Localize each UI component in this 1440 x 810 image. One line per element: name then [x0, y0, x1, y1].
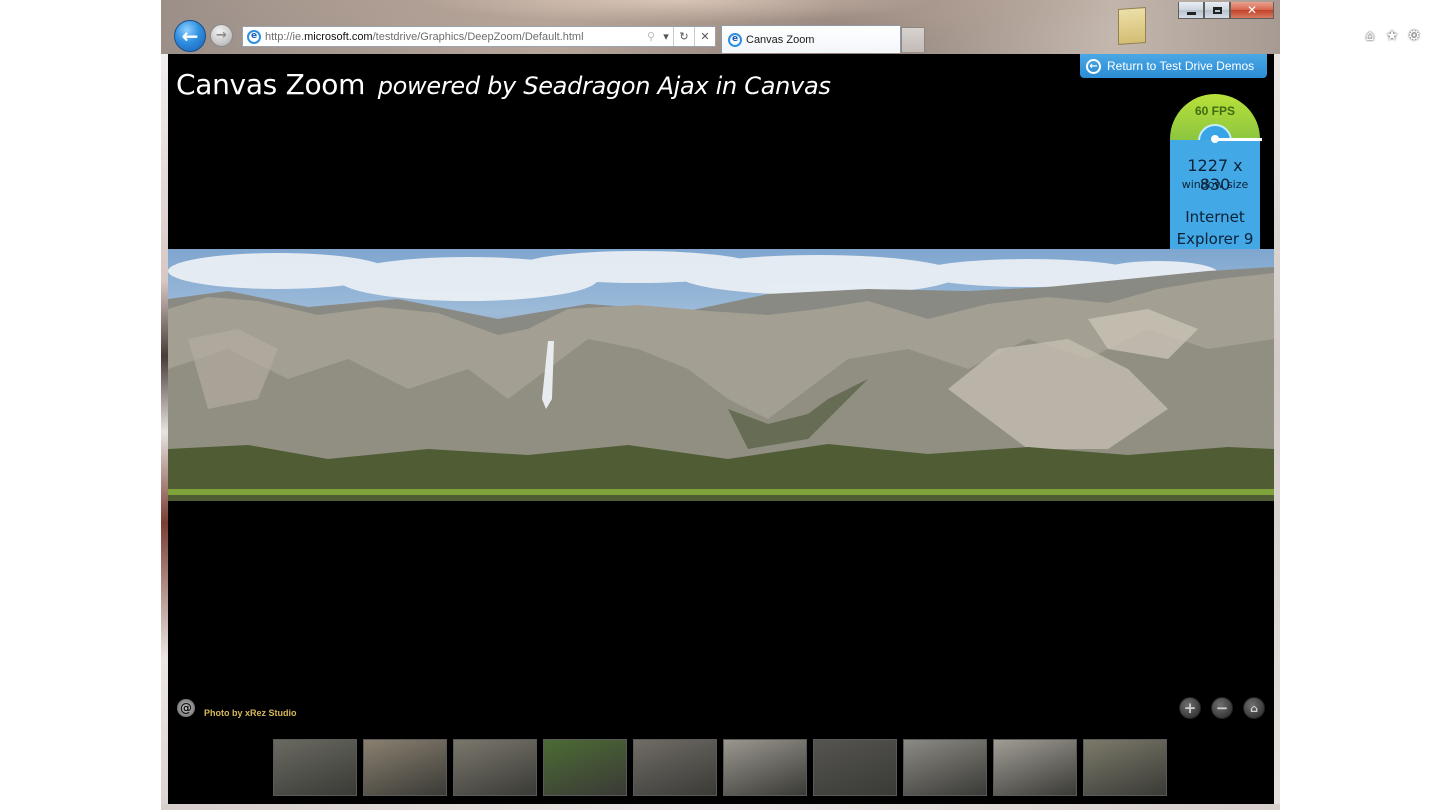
fps-needle-pivot [1211, 135, 1219, 143]
return-arrow-icon: ← [1086, 58, 1101, 74]
page-title: Canvas Zoom powered by Seadragon Ajax in… [176, 68, 831, 101]
thumb-2[interactable] [363, 739, 447, 796]
return-to-demos-button[interactable]: ← Return to Test Drive Demos [1080, 54, 1267, 78]
close-button[interactable]: ✕ [1230, 2, 1274, 19]
thumb-4[interactable] [543, 739, 627, 796]
home-view-button[interactable]: ⌂ [1243, 697, 1265, 719]
fps-value: 60 FPS [1194, 104, 1236, 118]
dropdown-icon[interactable]: ▾ [659, 27, 673, 46]
minimize-button[interactable] [1178, 2, 1204, 19]
browser-name-line1: Internet [1185, 208, 1245, 226]
page-content: Canvas Zoom powered by Seadragon Ajax in… [168, 54, 1274, 804]
thumb-5[interactable] [633, 739, 717, 796]
forward-button[interactable]: → [210, 24, 233, 47]
browser-name: Internet Explorer 9 [1170, 206, 1260, 250]
browser-name-line2: Explorer 9 [1176, 230, 1254, 248]
thumbnail-strip [273, 739, 1167, 796]
zoomable-panorama[interactable] [168, 249, 1274, 501]
return-label: Return to Test Drive Demos [1107, 59, 1255, 73]
zoom-in-button[interactable]: + [1179, 697, 1201, 719]
back-arrow-icon: ← [181, 24, 199, 48]
window-caption-buttons: ✕ [1178, 2, 1274, 20]
maximize-icon [1212, 6, 1222, 14]
panorama-image [168, 251, 1274, 501]
tab-canvas-zoom[interactable]: e Canvas Zoom [721, 25, 901, 53]
tab-favicon-icon: e [728, 32, 742, 47]
minus-icon: − [1215, 699, 1229, 717]
window-border-right [1274, 54, 1280, 810]
close-icon: ✕ [1246, 3, 1258, 17]
fps-gauge: 60 FPS [1170, 94, 1260, 140]
home-icon[interactable]: ⌂ [1362, 28, 1378, 44]
command-icons: ⌂ ★ ⚙ [1362, 28, 1422, 44]
star-icon[interactable]: ★ [1384, 28, 1400, 44]
seadragon-logo-icon[interactable]: @ [177, 699, 195, 717]
maximize-button[interactable] [1204, 2, 1230, 19]
fps-needle [1215, 138, 1262, 141]
tab-title: Canvas Zoom [746, 33, 815, 46]
ie-logo-icon: e [247, 29, 261, 44]
thumb-9[interactable] [993, 739, 1077, 796]
gear-icon[interactable]: ⚙ [1406, 28, 1422, 44]
thumb-1[interactable] [273, 739, 357, 796]
page-title-main: Canvas Zoom [176, 68, 366, 101]
thumb-3[interactable] [453, 739, 537, 796]
desktop-folder-icon [1118, 7, 1146, 45]
window-border-left [161, 54, 168, 810]
plus-icon: + [1183, 699, 1197, 717]
address-url[interactable]: http://ie.microsoft.com/testdrive/Graphi… [265, 31, 643, 43]
thumb-6[interactable] [723, 739, 807, 796]
forward-arrow-icon: → [216, 28, 227, 43]
new-tab-button[interactable] [901, 27, 925, 52]
address-bar[interactable]: e http://ie.microsoft.com/testdrive/Grap… [242, 26, 716, 47]
thumb-7[interactable] [813, 739, 897, 796]
window-border-bottom [161, 804, 1280, 810]
thumb-8[interactable] [903, 739, 987, 796]
fps-info-panel: 1227 x 830 window size Internet Explorer… [1170, 140, 1260, 250]
zoom-out-button[interactable]: − [1211, 697, 1233, 719]
url-prefix: http://ie. [265, 30, 305, 43]
home-view-icon: ⌂ [1250, 701, 1258, 715]
minimize-icon [1186, 11, 1196, 15]
url-host: microsoft.com [304, 30, 373, 43]
refresh-icon[interactable]: ↻ [673, 27, 694, 46]
stop-icon[interactable]: ✕ [694, 27, 715, 46]
search-icon[interactable]: ⚲ [643, 27, 659, 46]
url-path: /testdrive/Graphics/DeepZoom/Default.htm… [372, 30, 584, 43]
photo-credit: Photo by xRez Studio [204, 708, 297, 718]
thumb-10[interactable] [1083, 739, 1167, 796]
back-button[interactable]: ← [174, 20, 206, 52]
window-size-label: window size [1181, 178, 1249, 191]
page-subtitle: powered by Seadragon Ajax in Canvas [377, 72, 831, 100]
fps-meter: 60 FPS 1227 x 830 window size Internet E… [1170, 94, 1262, 250]
